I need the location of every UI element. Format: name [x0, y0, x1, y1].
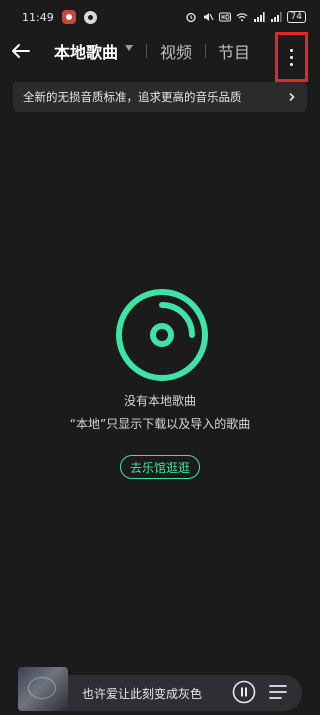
pause-icon[interactable]	[232, 680, 256, 704]
now-playing-title[interactable]: 也许爱让此刻变成灰色	[82, 685, 202, 702]
lossless-promo-banner[interactable]: 全新的无损音质标准，追求更高的音乐品质	[13, 82, 307, 112]
back-arrow-icon[interactable]	[8, 38, 34, 64]
album-cover[interactable]	[18, 667, 68, 711]
signal-2-icon	[270, 12, 282, 22]
hd-icon	[218, 12, 231, 22]
tab-local-songs[interactable]: 本地歌曲	[54, 39, 118, 63]
playlist-icon[interactable]	[268, 682, 288, 702]
disc-icon	[116, 289, 208, 381]
tab-divider	[205, 44, 206, 58]
more-options-button[interactable]	[275, 32, 308, 82]
status-time: 11:49	[22, 10, 54, 24]
top-nav: 本地歌曲 视频 节目	[0, 32, 320, 82]
more-vertical-icon	[290, 48, 293, 52]
notification-app-icon	[61, 10, 76, 24]
mute-icon	[203, 13, 214, 21]
empty-state-description: “本地”只显示下载以及导入的歌曲	[69, 417, 251, 431]
music-app-icon	[83, 10, 97, 24]
album-art	[28, 677, 56, 699]
tab-video[interactable]: 视频	[160, 39, 192, 63]
more-vertical-icon-dot	[290, 55, 293, 59]
more-vertical-icon-dot	[290, 62, 293, 66]
signal-icon	[253, 12, 265, 22]
browse-music-hall-button[interactable]: 去乐馆逛逛	[120, 455, 200, 479]
empty-state-title: 没有本地歌曲	[123, 394, 196, 408]
status-bar: 11:49 74	[0, 0, 320, 34]
tab-divider	[146, 44, 147, 58]
chevron-right-icon	[289, 92, 295, 102]
banner-text: 全新的无损音质标准，追求更高的音乐品质	[23, 90, 242, 104]
alarm-icon	[185, 12, 196, 23]
battery-level: 74	[286, 11, 306, 23]
chevron-down-icon[interactable]	[125, 45, 133, 51]
wifi-icon	[236, 13, 247, 22]
tab-programs[interactable]: 节目	[218, 39, 250, 63]
